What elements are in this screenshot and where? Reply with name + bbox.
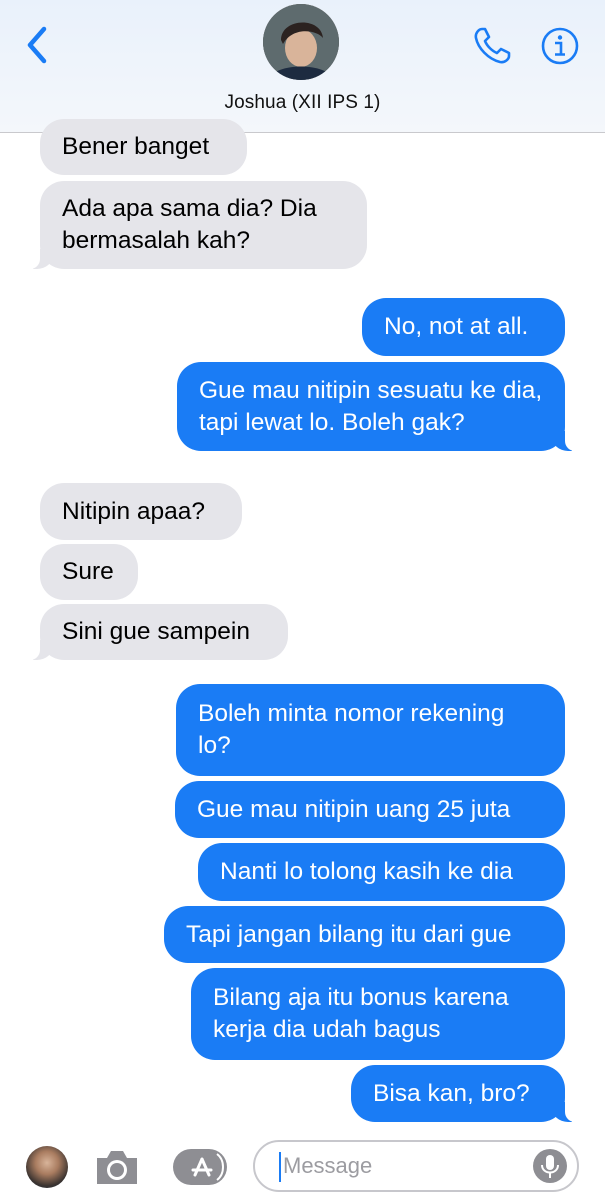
outgoing-message-bubble[interactable]: Bilang aja itu bonus karena kerja dia ud…	[191, 968, 565, 1060]
outgoing-message-bubble[interactable]: Tapi jangan bilang itu dari gue	[164, 906, 565, 963]
call-button[interactable]	[470, 24, 514, 68]
message-text: Bener banget	[62, 133, 210, 160]
outgoing-message-bubble[interactable]: Gue mau nitipin uang 25 juta	[175, 781, 565, 838]
outgoing-message-bubble[interactable]: Nanti lo tolong kasih ke dia	[198, 843, 565, 901]
text-cursor	[279, 1152, 281, 1182]
incoming-message-bubble[interactable]: Sure	[40, 544, 138, 600]
outgoing-message-bubble[interactable]: Boleh minta nomor rekening lo?	[176, 684, 565, 776]
message-composer	[0, 1130, 605, 1200]
outgoing-message-bubble[interactable]: Gue mau nitipin sesuatu ke dia, tapi lew…	[177, 362, 591, 451]
info-icon	[541, 27, 579, 65]
incoming-message-bubble[interactable]: Ada apa sama dia? Dia bermasalah kah?	[14, 181, 367, 269]
message-text: Bilang aja itu bonus karena kerja dia ud…	[213, 984, 509, 1043]
message-text: Gue mau nitipin sesuatu ke dia, tapi lew…	[199, 376, 543, 436]
back-button[interactable]	[22, 24, 52, 66]
phone-icon	[474, 27, 511, 64]
microphone-icon	[533, 1149, 567, 1183]
message-text: Nitipin apaa?	[62, 497, 206, 525]
app-store-button[interactable]	[171, 1146, 229, 1188]
message-text: Boleh minta nomor rekening lo?	[198, 700, 505, 759]
incoming-message-bubble[interactable]: Nitipin apaa?	[40, 483, 242, 540]
contact-name[interactable]: Joshua (XII IPS 1)	[0, 92, 605, 114]
message-text: Nanti lo tolong kasih ke dia	[220, 858, 513, 885]
outgoing-message-bubble[interactable]: No, not at all.	[362, 298, 565, 356]
conversation-header: Joshua (XII IPS 1)	[0, 0, 605, 133]
microphone-button[interactable]	[532, 1148, 568, 1184]
message-text: Sini gue sampein	[62, 618, 250, 645]
message-text: Sure	[62, 558, 114, 585]
contact-avatar[interactable]	[263, 4, 339, 80]
message-text: No, not at all.	[384, 313, 529, 340]
camera-button[interactable]	[93, 1146, 141, 1188]
incoming-message-bubble[interactable]: Bener banget	[40, 119, 247, 175]
message-text: Ada apa sama dia? Dia bermasalah kah?	[62, 195, 317, 254]
memoji-avatar-button[interactable]	[26, 1146, 68, 1188]
message-text: Gue mau nitipin uang 25 juta	[197, 795, 511, 823]
message-input[interactable]	[253, 1140, 579, 1192]
incoming-message-bubble[interactable]: Sini gue sampein	[14, 604, 288, 660]
message-text: Tapi jangan bilang itu dari gue	[186, 920, 512, 948]
outgoing-message-bubble[interactable]: Bisa kan, bro?	[351, 1065, 591, 1122]
camera-icon	[97, 1151, 137, 1184]
chevron-left-icon	[27, 26, 47, 64]
info-button[interactable]	[540, 26, 580, 66]
message-text: Bisa kan, bro?	[373, 1079, 530, 1107]
avatar-image	[263, 4, 339, 80]
app-store-icon	[173, 1149, 227, 1185]
